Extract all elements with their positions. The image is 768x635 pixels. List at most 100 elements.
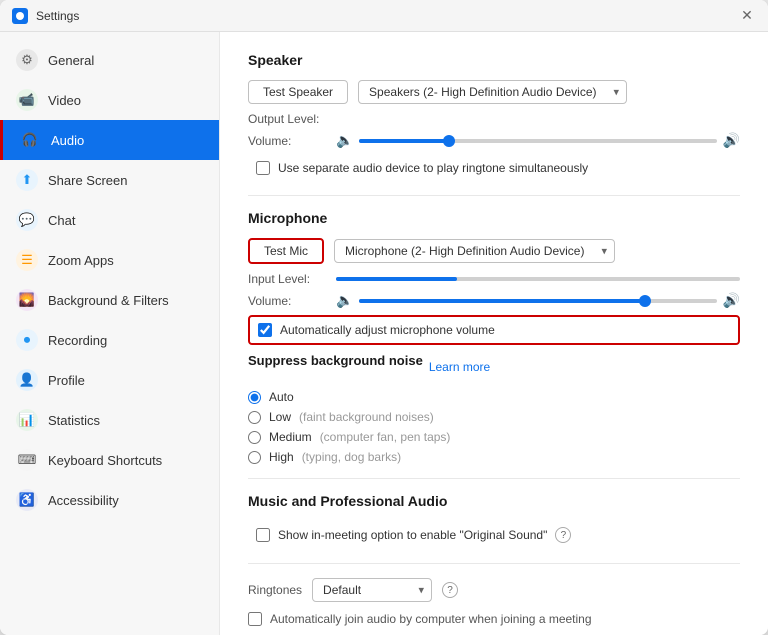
radio-low-label: Low xyxy=(269,410,291,424)
mic-volume-row: Volume: 🔈 🔊 xyxy=(248,292,740,309)
sidebar-label-sharescreen: Share Screen xyxy=(48,173,128,188)
radio-auto-input[interactable] xyxy=(248,391,261,404)
main-panel: Speaker Test Speaker Speakers (2- High D… xyxy=(220,32,768,635)
mic-volume-label: Volume: xyxy=(248,294,328,308)
test-speaker-button[interactable]: Test Speaker xyxy=(248,80,348,104)
sidebar-item-statistics[interactable]: 📊 Statistics xyxy=(0,400,219,440)
sidebar-item-chat[interactable]: 💬Chat xyxy=(0,200,219,240)
original-sound-label: Show in-meeting option to enable "Origin… xyxy=(278,528,547,542)
suppress-row: Suppress background noise Learn more xyxy=(248,353,740,380)
separate-audio-label: Use separate audio device to play ringto… xyxy=(278,161,588,175)
speaker-volume-slider-container: 🔈 🔊 xyxy=(336,132,740,149)
sidebar-item-audio[interactable]: 🎧Audio xyxy=(0,120,219,160)
input-level-container xyxy=(336,277,740,281)
sidebar-item-keyboard[interactable]: ⌨ Keyboard Shortcuts xyxy=(0,440,219,480)
sidebar-item-recording[interactable]: ⏺ Recording xyxy=(0,320,219,360)
radio-medium: Medium (computer fan, pen taps) xyxy=(248,430,740,444)
auto-adjust-checkbox[interactable] xyxy=(258,323,272,337)
keyboard-icon: ⌨ xyxy=(16,449,38,471)
close-button[interactable]: ✕ xyxy=(738,7,756,25)
mic-volume-high-icon: 🔊 xyxy=(723,292,740,309)
radio-high-sublabel: (typing, dog barks) xyxy=(302,450,401,464)
speaker-volume-label: Volume: xyxy=(248,134,328,148)
sidebar-label-general: General xyxy=(48,53,94,68)
mic-volume-low-icon: 🔈 xyxy=(336,292,353,309)
speaker-title: Speaker xyxy=(248,52,740,68)
auto-join-row: Automatically join audio by computer whe… xyxy=(248,612,740,626)
speaker-volume-track[interactable] xyxy=(359,139,716,143)
test-mic-button[interactable]: Test Mic xyxy=(248,238,324,264)
input-level-fill xyxy=(336,277,457,281)
auto-adjust-row: Automatically adjust microphone volume xyxy=(248,315,740,345)
profile-icon: 👤 xyxy=(16,369,38,391)
sidebar-label-zoomapps: Zoom Apps xyxy=(48,253,114,268)
bgfilters-icon: 🌄 xyxy=(16,289,38,311)
window-title: Settings xyxy=(36,9,79,23)
radio-low-sublabel: (faint background noises) xyxy=(299,410,434,424)
separate-audio-row: Use separate audio device to play ringto… xyxy=(248,155,740,181)
radio-medium-input[interactable] xyxy=(248,431,261,444)
sidebar-label-recording: Recording xyxy=(48,333,107,348)
input-level-label: Input Level: xyxy=(248,272,328,286)
general-icon: ⚙ xyxy=(16,49,38,71)
speaker-device-select[interactable]: Speakers (2- High Definition Audio Devic… xyxy=(358,80,627,104)
music-audio-title: Music and Professional Audio xyxy=(248,493,740,509)
sidebar-item-bgfilters[interactable]: 🌄 Background & Filters xyxy=(0,280,219,320)
statistics-icon: 📊 xyxy=(16,409,38,431)
audio-icon: 🎧 xyxy=(19,129,41,151)
radio-medium-sublabel: (computer fan, pen taps) xyxy=(320,430,451,444)
noise-radio-group: Auto Low (faint background noises) Mediu… xyxy=(248,390,740,464)
sidebar-label-bgfilters: Background & Filters xyxy=(48,293,169,308)
speaker-controls-row: Test Speaker Speakers (2- High Definitio… xyxy=(248,80,740,104)
radio-high-label: High xyxy=(269,450,294,464)
title-bar-left: Settings xyxy=(12,8,79,24)
sidebar-item-general[interactable]: ⚙ General xyxy=(0,40,219,80)
mic-volume-track[interactable] xyxy=(359,299,716,303)
content-area: ⚙ General 📹Video🎧Audio ⬆ Share Screen 💬Chat ☰ Z… xyxy=(0,32,768,635)
ringtones-select[interactable]: Default xyxy=(312,578,432,602)
sharescreen-icon: ⬆ xyxy=(16,169,38,191)
radio-auto: Auto xyxy=(248,390,740,404)
mic-device-select-wrap: Microphone (2- High Definition Audio Dev… xyxy=(334,239,615,263)
volume-high-icon: 🔊 xyxy=(723,132,740,149)
separate-audio-checkbox[interactable] xyxy=(256,161,270,175)
output-level-label: Output Level: xyxy=(248,112,328,126)
original-sound-info-icon[interactable]: ? xyxy=(555,527,571,543)
zoomapps-icon: ☰ xyxy=(16,249,38,271)
mic-controls-row: Test Mic Microphone (2- High Definition … xyxy=(248,238,740,264)
sidebar-label-chat: Chat xyxy=(48,213,75,228)
recording-icon: ⏺ xyxy=(16,329,38,351)
mic-device-select[interactable]: Microphone (2- High Definition Audio Dev… xyxy=(334,239,615,263)
auto-join-checkbox[interactable] xyxy=(248,612,262,626)
input-level-row: Input Level: xyxy=(248,272,740,286)
sidebar-label-statistics: Statistics xyxy=(48,413,100,428)
output-level-row: Output Level: xyxy=(248,112,740,126)
volume-low-icon: 🔈 xyxy=(336,132,353,149)
auto-join-label: Automatically join audio by computer whe… xyxy=(270,612,592,626)
ringtones-info-icon[interactable]: ? xyxy=(442,582,458,598)
app-icon xyxy=(12,8,28,24)
accessibility-icon: ♿ xyxy=(16,489,38,511)
radio-high: High (typing, dog barks) xyxy=(248,450,740,464)
radio-medium-label: Medium xyxy=(269,430,312,444)
speaker-volume-fill xyxy=(359,139,448,143)
speaker-volume-row: Volume: 🔈 🔊 xyxy=(248,132,740,149)
sidebar-item-accessibility[interactable]: ♿ Accessibility xyxy=(0,480,219,520)
sidebar-item-zoomapps[interactable]: ☰ Zoom Apps xyxy=(0,240,219,280)
radio-auto-label: Auto xyxy=(269,390,294,404)
sidebar-item-sharescreen[interactable]: ⬆ Share Screen xyxy=(0,160,219,200)
mic-volume-slider-container: 🔈 🔊 xyxy=(336,292,740,309)
sidebar-item-video[interactable]: 📹Video xyxy=(0,80,219,120)
radio-low-input[interactable] xyxy=(248,411,261,424)
sidebar-item-profile[interactable]: 👤Profile xyxy=(0,360,219,400)
speaker-volume-thumb xyxy=(443,135,455,147)
divider-3 xyxy=(248,563,740,564)
sidebar-label-keyboard: Keyboard Shortcuts xyxy=(48,453,162,468)
suppress-label: Suppress background noise xyxy=(248,353,423,368)
learn-more-link[interactable]: Learn more xyxy=(429,360,490,374)
radio-high-input[interactable] xyxy=(248,451,261,464)
sidebar: ⚙ General 📹Video🎧Audio ⬆ Share Screen 💬Chat ☰ Z… xyxy=(0,32,220,635)
sidebar-label-accessibility: Accessibility xyxy=(48,493,119,508)
original-sound-checkbox[interactable] xyxy=(256,528,270,542)
input-level-track xyxy=(336,277,740,281)
